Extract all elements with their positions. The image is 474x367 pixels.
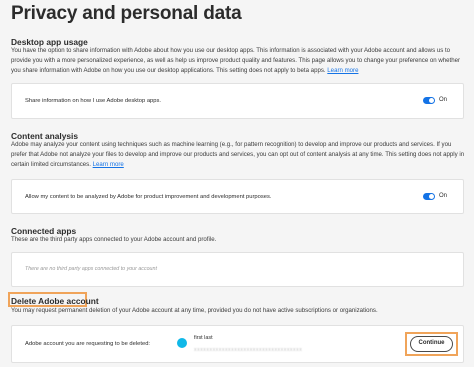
delete-account-card: Adobe account you are requesting to be d… — [11, 325, 464, 363]
desktop-app-usage-card: Share information on how I use Adobe des… — [11, 83, 464, 119]
user-email: xxxxxxxxxxxxxxxxxxxxxxxxxxxxxxxxxxx — [194, 347, 303, 353]
desktop-app-usage-setting-label: Share information on how I use Adobe des… — [25, 98, 161, 104]
content-analysis-description: Adobe may analyze your content using tec… — [11, 140, 467, 171]
toggle-knob — [429, 98, 434, 103]
desktop-app-usage-text: You have the option to share information… — [11, 47, 461, 75]
continue-button[interactable]: Continue — [410, 336, 453, 352]
desktop-app-usage-description: You have the option to share information… — [11, 46, 467, 77]
connected-apps-empty-message: There are no third party apps connected … — [25, 266, 157, 272]
content-analysis-learn-more-link[interactable]: Learn more — [93, 161, 124, 168]
user-name: first last — [194, 335, 213, 341]
desktop-app-usage-learn-more-link[interactable]: Learn more — [327, 67, 358, 74]
connected-apps-card: There are no third party apps connected … — [11, 252, 464, 287]
content-analysis-setting-label: Allow my content to be analyzed by Adobe… — [25, 194, 272, 200]
page-title: Privacy and personal data — [11, 3, 242, 24]
delete-account-heading: Delete Adobe account — [11, 296, 99, 306]
content-analysis-toggle[interactable] — [423, 193, 435, 200]
desktop-app-usage-toggle[interactable] — [423, 97, 435, 104]
desktop-app-usage-toggle-state: On — [439, 97, 448, 103]
content-analysis-card: Allow my content to be analyzed by Adobe… — [11, 179, 464, 214]
user-avatar — [177, 338, 187, 348]
content-analysis-toggle-state: On — [439, 193, 448, 199]
delete-account-label: Adobe account you are requesting to be d… — [25, 341, 151, 347]
delete-account-description: You may request permanent deletion of yo… — [11, 307, 378, 314]
toggle-knob — [429, 194, 434, 199]
content-analysis-text: Adobe may analyze your content using tec… — [11, 141, 465, 169]
connected-apps-description: These are the third party apps connected… — [11, 236, 217, 243]
